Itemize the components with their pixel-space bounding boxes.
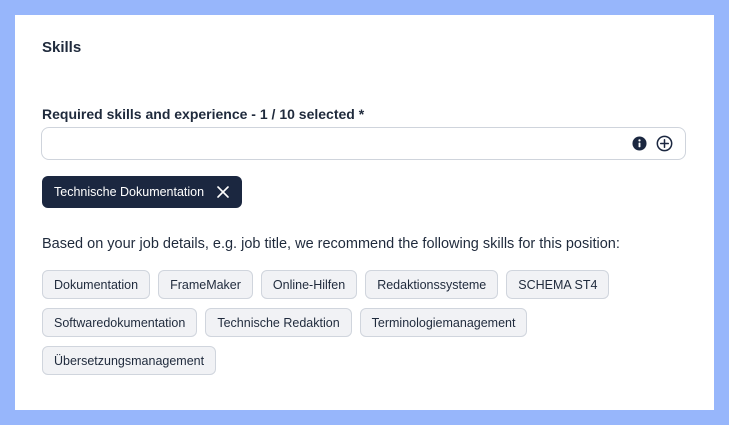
skill-chip-dokumentation[interactable]: Dokumentation bbox=[42, 270, 151, 299]
selected-skill-label: Technische Dokumentation bbox=[54, 185, 205, 199]
skill-chip-redaktionssysteme[interactable]: Redaktionssysteme bbox=[365, 270, 499, 299]
recommendation-text: Based on your job details, e.g. job titl… bbox=[42, 236, 620, 252]
skill-chip-uebersetzungsmanagement[interactable]: Übersetzungsmanagement bbox=[42, 346, 217, 375]
skills-card: Skills Required skills and experience - … bbox=[15, 15, 714, 410]
skill-chip-online-hilfen[interactable]: Online-Hilfen bbox=[260, 270, 358, 299]
skill-chip-softwaredokumentation[interactable]: Softwaredokumentation bbox=[42, 308, 198, 337]
skills-input[interactable] bbox=[52, 132, 616, 156]
close-icon[interactable] bbox=[216, 185, 230, 199]
section-title: Skills bbox=[42, 39, 82, 56]
skills-input-container[interactable] bbox=[41, 127, 686, 160]
add-circle-icon[interactable] bbox=[656, 135, 673, 152]
info-icon[interactable] bbox=[632, 136, 647, 151]
skills-field-label: Required skills and experience - 1 / 10 … bbox=[42, 106, 365, 122]
skill-chip-terminologiemanagement[interactable]: Terminologiemanagement bbox=[359, 308, 528, 337]
skill-chip-framemaker[interactable]: FrameMaker bbox=[158, 270, 253, 299]
skill-chip-technische-redaktion[interactable]: Technische Redaktion bbox=[205, 308, 352, 337]
selected-skill-tag: Technische Dokumentation bbox=[42, 176, 243, 208]
recommended-skills-list: Dokumentation FrameMaker Online-Hilfen R… bbox=[42, 270, 642, 375]
skill-chip-schema-st4[interactable]: SCHEMA ST4 bbox=[506, 270, 610, 299]
